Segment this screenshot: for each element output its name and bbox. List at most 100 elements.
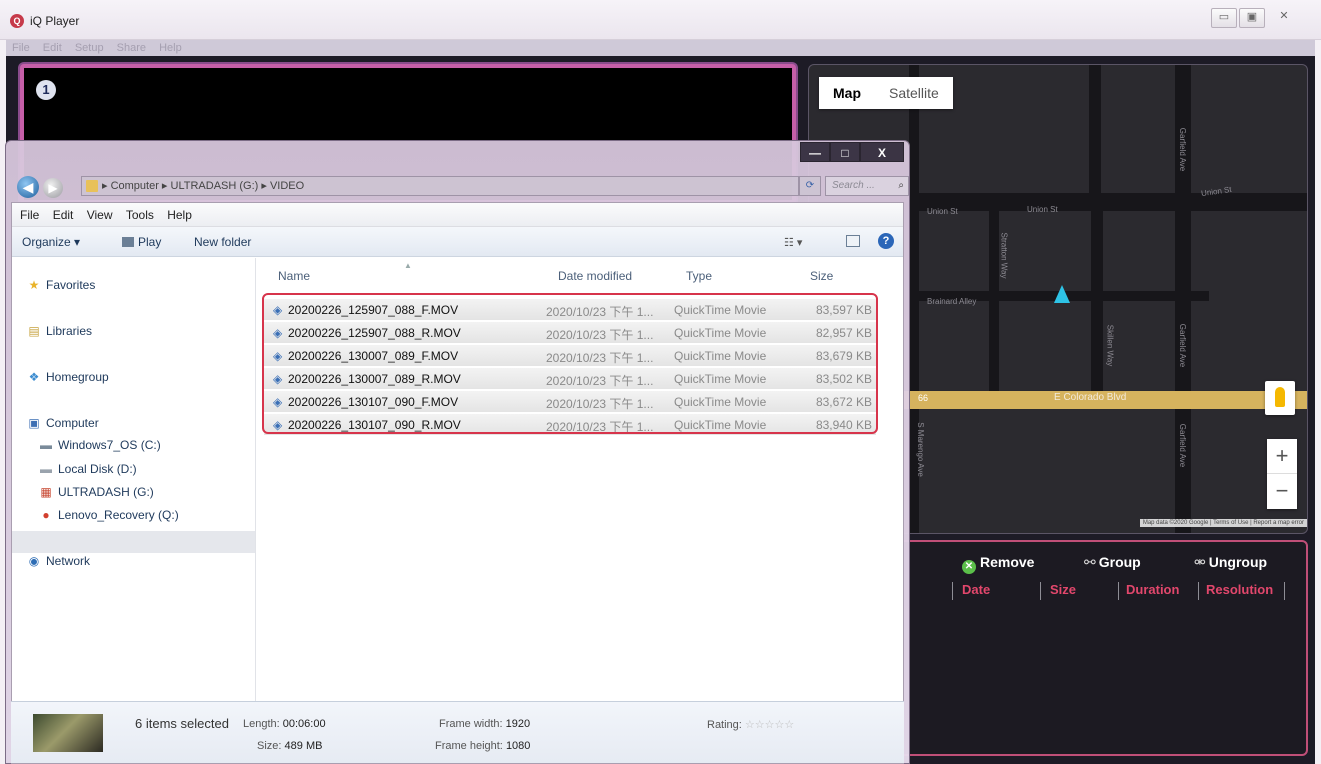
remove-icon: ✕ <box>962 560 976 574</box>
help-icon[interactable]: ? <box>878 233 894 249</box>
menu-setup[interactable]: Setup <box>75 42 104 54</box>
map-type-control: Map Satellite <box>819 77 953 109</box>
map-attribution[interactable]: Map data ©2020 Google | Terms of Use | R… <box>1139 519 1307 527</box>
nav-lenovo-recovery[interactable]: ● Lenovo_Recovery (Q:) <box>38 508 178 522</box>
column-date[interactable]: Date <box>962 582 990 597</box>
nav-homegroup-label: Homegroup <box>46 370 109 384</box>
menu-file[interactable]: File <box>12 42 30 54</box>
explorer-menu-help[interactable]: Help <box>167 208 192 222</box>
explorer-maximize-button[interactable]: □ <box>830 142 860 162</box>
search-icon[interactable]: ⌕ <box>898 177 904 195</box>
frame-width-field: Frame width: 1920 <box>439 718 530 730</box>
explorer-menu-edit[interactable]: Edit <box>53 208 74 222</box>
remove-button[interactable]: ✕ Remove <box>962 554 1034 574</box>
navigation-pane: ★ Favorites ▤ Libraries ❖ Homegroup ▣ Comput… <box>12 258 256 703</box>
network-icon: ◉ <box>28 554 40 568</box>
close-button[interactable]: ✕ <box>1271 8 1297 28</box>
sort-indicator-icon: ▲ <box>404 261 412 270</box>
location-arrow-icon <box>1054 285 1070 303</box>
road-union-st <box>909 193 1307 211</box>
nav-computer[interactable]: ▣ Computer <box>26 416 99 430</box>
map-button[interactable]: Map <box>819 77 875 109</box>
refresh-icon[interactable]: ⟳ <box>799 176 821 196</box>
play-label: Play <box>138 235 162 249</box>
street-skillen-way: Skillen Way <box>1105 324 1115 367</box>
size-label: Size: <box>257 740 282 752</box>
explorer-minimize-button[interactable]: — <box>800 142 830 162</box>
column-divider <box>1284 582 1285 600</box>
frame-height-field: Frame height: 1080 <box>435 740 530 752</box>
column-size[interactable]: Size <box>810 269 833 283</box>
column-type[interactable]: Type <box>686 269 712 283</box>
pegman-icon[interactable] <box>1265 381 1295 415</box>
column-date-modified[interactable]: Date modified <box>558 269 632 283</box>
zoom-control: + − <box>1267 439 1297 509</box>
frame-height-value[interactable]: 1080 <box>506 740 530 752</box>
frame-width-label: Frame width: <box>439 718 503 730</box>
group-button[interactable]: ⚯ Group <box>1084 554 1141 571</box>
zoom-in-button[interactable]: + <box>1267 439 1297 474</box>
play-button[interactable]: Play <box>122 235 161 249</box>
explorer-menu-view[interactable]: View <box>87 208 113 222</box>
nav-selection-highlight <box>12 531 255 553</box>
rating-label: Rating: <box>707 719 742 731</box>
column-name[interactable]: Name <box>278 269 310 283</box>
nav-network[interactable]: ◉ Network <box>26 554 90 568</box>
frame-height-label: Frame height: <box>435 740 503 752</box>
zoom-out-button[interactable]: − <box>1267 474 1297 509</box>
explorer-window: — □ X ◀ ▶ ▸ Computer ▸ ULTRADASH (G:) ▸ … <box>5 140 910 764</box>
search-input[interactable]: Search ... ⌕ <box>825 176 909 196</box>
restore-button[interactable]: ▣ <box>1239 8 1265 28</box>
menu-edit[interactable]: Edit <box>43 42 62 54</box>
explorer-menu-tools[interactable]: Tools <box>126 208 154 222</box>
minimize-button[interactable]: ▭ <box>1211 8 1237 28</box>
organize-button[interactable]: Organize ▾ <box>22 235 80 249</box>
explorer-close-button[interactable]: X <box>860 142 904 162</box>
video-thumbnail <box>33 714 103 752</box>
nav-homegroup[interactable]: ❖ Homegroup <box>26 370 109 384</box>
address-row: ◀ ▶ ▸ Computer ▸ ULTRADASH (G:) ▸ VIDEO … <box>13 174 909 200</box>
remove-label: Remove <box>980 554 1035 570</box>
preview-pane-icon[interactable] <box>846 235 860 247</box>
selection-highlight-box <box>262 293 878 434</box>
street-marengo-ave: S Marengo Ave <box>915 422 925 477</box>
street-stratton-way: Stratton Way <box>999 232 1009 279</box>
group-label: Group <box>1098 554 1141 570</box>
menu-share[interactable]: Share <box>117 42 146 54</box>
explorer-window-controls: — □ X <box>800 142 904 162</box>
ungroup-label: Ungroup <box>1208 554 1268 570</box>
satellite-button[interactable]: Satellite <box>875 77 953 109</box>
view-options-icon[interactable]: ☷ ▾ <box>784 236 802 249</box>
length-field: Length: 00:06:00 <box>243 718 326 730</box>
size-field: Size: 489 MB <box>257 740 322 752</box>
length-label: Length: <box>243 718 280 730</box>
length-value[interactable]: 00:06:00 <box>283 718 326 730</box>
ungroup-button[interactable]: ⚮ Ungroup <box>1194 554 1267 571</box>
details-pane: 6 items selected Length: 00:06:00 Size: … <box>11 701 904 763</box>
column-resolution[interactable]: Resolution <box>1206 582 1273 597</box>
homegroup-icon: ❖ <box>28 370 40 384</box>
nav-windows-os-drive[interactable]: ▬ Windows7_OS (C:) <box>38 438 161 452</box>
back-button[interactable]: ◀ <box>17 176 39 198</box>
nav-ultradash-drive[interactable]: ▦ ULTRADASH (G:) <box>38 485 153 499</box>
nav-computer-label: Computer <box>46 416 99 430</box>
frame-width-value[interactable]: 1920 <box>506 718 530 730</box>
street-garfield-ave: Garfield Ave <box>1178 323 1188 368</box>
explorer-menu-file[interactable]: File <box>20 208 39 222</box>
explorer-content: File Edit View Tools Help Organize ▾ Pla… <box>11 202 904 764</box>
column-duration[interactable]: Duration <box>1126 582 1179 597</box>
forward-button[interactable]: ▶ <box>43 178 63 198</box>
column-divider <box>1198 582 1199 600</box>
column-size[interactable]: Size <box>1050 582 1076 597</box>
unlink-icon: ⚮ <box>1194 554 1206 570</box>
size-value[interactable]: 489 MB <box>285 740 323 752</box>
recovery-drive-icon: ● <box>42 508 50 522</box>
nav-libraries[interactable]: ▤ Libraries <box>26 324 92 338</box>
nav-local-disk[interactable]: ▬ Local Disk (D:) <box>38 462 137 476</box>
rating-field: Rating: ☆☆☆☆☆ <box>707 718 794 731</box>
menu-help[interactable]: Help <box>159 42 182 54</box>
new-folder-button[interactable]: New folder <box>194 235 251 249</box>
nav-favorites[interactable]: ★ Favorites <box>26 278 96 292</box>
address-bar[interactable]: ▸ Computer ▸ ULTRADASH (G:) ▸ VIDEO <box>81 176 799 196</box>
rating-stars-icon[interactable]: ☆☆☆☆☆ <box>745 719 794 731</box>
